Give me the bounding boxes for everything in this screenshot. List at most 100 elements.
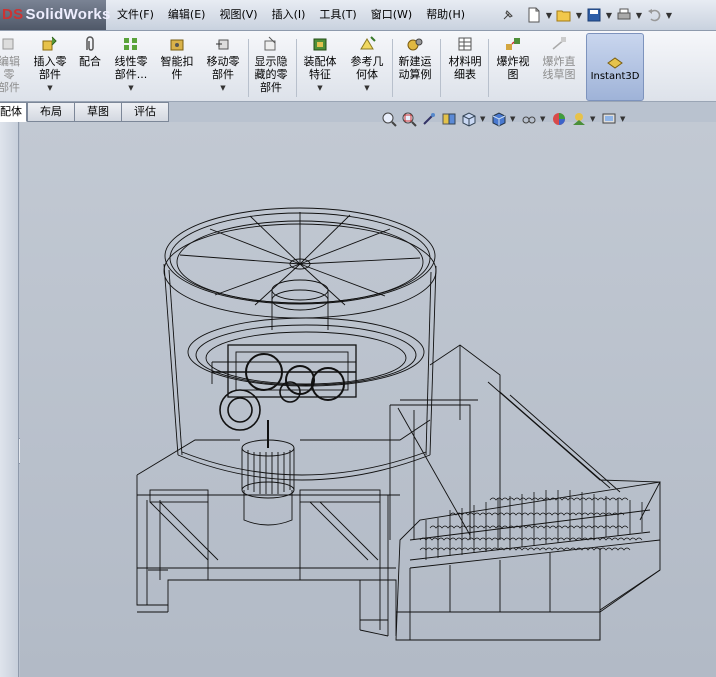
- ribbon-separator: [296, 39, 297, 97]
- open-icon[interactable]: [554, 5, 574, 25]
- exploded-view-button[interactable]: 爆炸视 图: [492, 35, 534, 99]
- instant3d-button[interactable]: Instant3D: [586, 33, 644, 101]
- assembly-feature-button[interactable]: 装配体 特征 ▼: [298, 35, 342, 99]
- insert-component-dropdown-icon[interactable]: ▼: [47, 82, 52, 95]
- undo-dropdown-icon[interactable]: ▼: [664, 11, 674, 20]
- menu-edit[interactable]: 编辑(E): [161, 4, 213, 26]
- new-dropdown-icon[interactable]: ▼: [544, 11, 554, 20]
- app-logo-text: SolidWorks: [25, 6, 111, 23]
- motion-study-icon: [407, 38, 423, 51]
- zoom-area-icon[interactable]: [400, 110, 418, 128]
- print-icon[interactable]: [614, 5, 634, 25]
- undo-icon[interactable]: [644, 5, 664, 25]
- feature-manager-panel[interactable]: [0, 122, 19, 677]
- title-bar: DS SolidWorks 文件(F) 编辑(E) 视图(V) 插入(I) 工具(…: [0, 0, 716, 31]
- open-dropdown-icon[interactable]: ▼: [574, 11, 584, 20]
- assembly-feature-label: 装配体 特征: [303, 55, 337, 81]
- move-component-button[interactable]: 移动零 部件 ▼: [202, 35, 244, 99]
- mate-label: 配合: [79, 55, 101, 68]
- edit-component-icon: [2, 38, 14, 50]
- tab-sketch[interactable]: 草图: [75, 102, 122, 122]
- ribbon-separator: [440, 39, 441, 97]
- new-icon[interactable]: [524, 5, 544, 25]
- appearance-icon[interactable]: [550, 110, 568, 128]
- print-dropdown-icon[interactable]: ▼: [634, 11, 644, 20]
- view-orientation-dropdown-icon[interactable]: ▼: [480, 115, 488, 123]
- command-manager-tabs: 配体 布局 草图 评估: [0, 102, 169, 122]
- instant3d-label: Instant3D: [590, 70, 640, 82]
- display-style-dropdown-icon[interactable]: ▼: [510, 115, 518, 123]
- edit-component-button[interactable]: 编辑零 部件: [0, 35, 24, 99]
- previous-view-icon[interactable]: [420, 110, 438, 128]
- ribbon-separator: [488, 39, 489, 97]
- paperclip-icon: [86, 36, 94, 51]
- bom-button[interactable]: 材料明 细表: [444, 35, 486, 99]
- view-settings-icon[interactable]: [600, 110, 618, 128]
- move-component-label: 移动零 部件: [206, 55, 240, 81]
- exploded-view-icon: [506, 38, 520, 50]
- save-icon[interactable]: [584, 5, 604, 25]
- insert-component-icon: [42, 36, 57, 51]
- instant3d-icon: [607, 56, 623, 69]
- menu-insert[interactable]: 插入(I): [265, 4, 313, 26]
- reference-geometry-label: 参考几 何体: [350, 55, 384, 81]
- assembly-feature-icon: [313, 38, 327, 51]
- menu-bar: 文件(F) 编辑(E) 视图(V) 插入(I) 工具(T) 窗口(W) 帮助(H…: [110, 0, 520, 30]
- menu-view[interactable]: 视图(V): [212, 4, 264, 26]
- smart-fastener-button[interactable]: 智能扣 件: [156, 35, 198, 99]
- reference-geometry-icon: [360, 36, 376, 50]
- save-dropdown-icon[interactable]: ▼: [604, 11, 614, 20]
- section-view-icon[interactable]: [440, 110, 458, 128]
- show-hidden-label: 显示隐 藏的零 部件: [254, 55, 288, 94]
- linear-pattern-button[interactable]: 线性零 部件... ▼: [110, 35, 152, 99]
- explode-line-sketch-button[interactable]: 爆炸直 线草图: [538, 35, 580, 99]
- insert-component-label: 插入零 部件: [33, 55, 67, 81]
- tab-layout[interactable]: 布局: [27, 102, 75, 122]
- insert-component-button[interactable]: 插入零 部件 ▼: [30, 35, 70, 99]
- view-orientation-icon[interactable]: [460, 110, 478, 128]
- edit-component-label: 编辑零 部件: [0, 55, 20, 94]
- reference-geometry-button[interactable]: 参考几 何体 ▼: [346, 35, 388, 99]
- linear-pattern-dropdown-icon[interactable]: ▼: [128, 82, 133, 95]
- assembly-wireframe-model: [136, 207, 661, 641]
- graphics-area[interactable]: [20, 122, 716, 677]
- mate-button[interactable]: 配合: [76, 35, 104, 99]
- new-motion-study-label: 新建运 动算例: [398, 55, 432, 81]
- tab-assembly[interactable]: 配体: [0, 102, 27, 122]
- smart-fastener-label: 智能扣 件: [160, 55, 194, 81]
- explode-line-sketch-icon: [552, 37, 566, 50]
- tab-evaluate[interactable]: 评估: [122, 102, 169, 122]
- menu-file[interactable]: 文件(F): [110, 4, 161, 26]
- command-manager: 编辑零 部件 插入零 部件 ▼ 配合 线性零 部件... ▼ 智能扣 件 移动零…: [0, 31, 716, 102]
- move-component-icon: [216, 39, 229, 50]
- app-logo: DS SolidWorks: [0, 0, 110, 30]
- show-hidden-icon: [264, 36, 276, 51]
- menu-tools[interactable]: 工具(T): [312, 4, 363, 26]
- linear-pattern-icon: [124, 38, 137, 50]
- bom-label: 材料明 细表: [448, 55, 482, 81]
- quick-access-toolbar: ▼ ▼ ▼ ▼ ▼: [498, 4, 674, 26]
- hide-show-dropdown-icon[interactable]: ▼: [540, 115, 548, 123]
- new-motion-study-button[interactable]: 新建运 动算例: [394, 35, 436, 99]
- move-component-dropdown-icon[interactable]: ▼: [220, 82, 225, 95]
- exploded-view-label: 爆炸视 图: [496, 55, 530, 81]
- assembly-feature-dropdown-icon[interactable]: ▼: [317, 82, 322, 95]
- menu-window[interactable]: 窗口(W): [364, 4, 419, 26]
- reference-geometry-dropdown-icon[interactable]: ▼: [364, 82, 369, 95]
- bom-table-icon: [458, 37, 472, 51]
- pin-icon[interactable]: [498, 5, 518, 25]
- scene-icon[interactable]: [570, 110, 588, 128]
- heads-up-view-toolbar: ▼ ▼ ▼ ▼ ▼: [380, 108, 628, 130]
- ribbon-separator: [248, 39, 249, 97]
- smart-fastener-icon: [170, 39, 184, 51]
- linear-pattern-label: 线性零 部件...: [114, 55, 148, 81]
- scene-dropdown-icon[interactable]: ▼: [590, 115, 598, 123]
- zoom-to-fit-icon[interactable]: [380, 110, 398, 128]
- hide-show-icon[interactable]: [520, 110, 538, 128]
- ds-logo-mark: DS: [2, 6, 24, 23]
- ribbon-separator: [392, 39, 393, 97]
- view-settings-dropdown-icon[interactable]: ▼: [620, 115, 628, 123]
- menu-help[interactable]: 帮助(H): [419, 4, 472, 26]
- show-hidden-components-button[interactable]: 显示隐 藏的零 部件: [250, 35, 292, 99]
- display-style-icon[interactable]: [490, 110, 508, 128]
